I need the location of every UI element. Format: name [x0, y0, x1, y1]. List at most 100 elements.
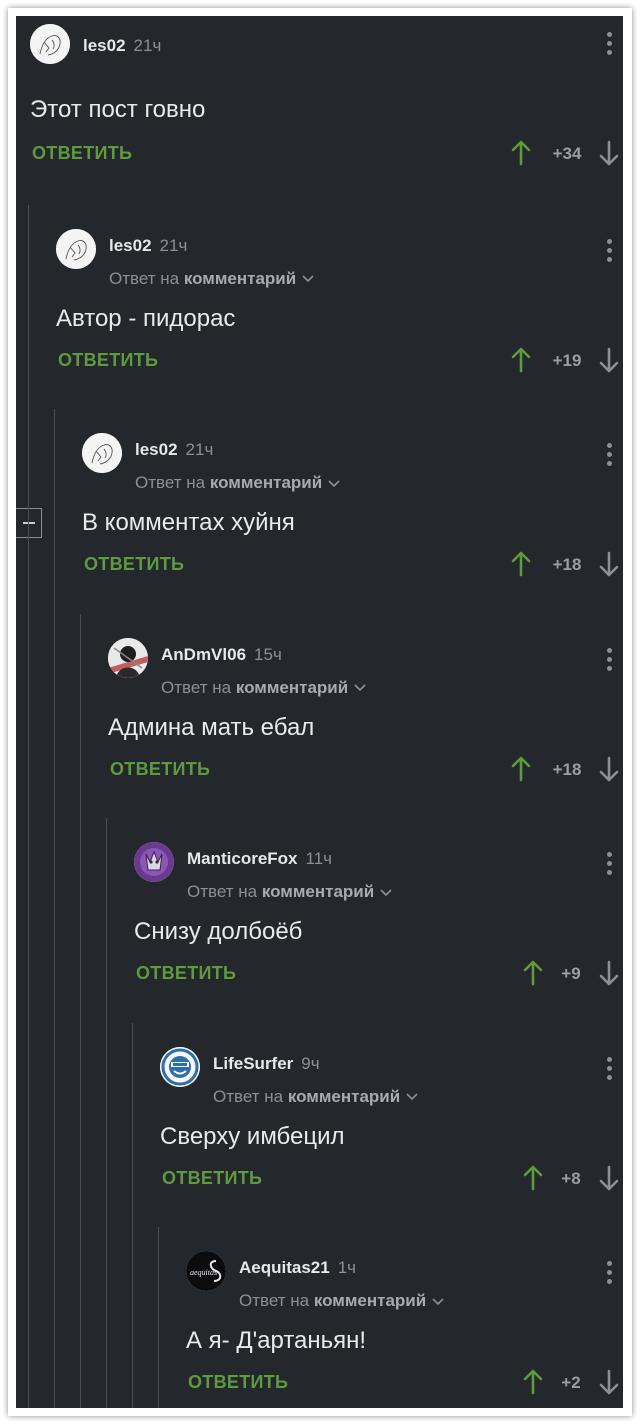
avatar[interactable]: [30, 24, 70, 64]
reply-prefix: Ответ на: [239, 1291, 314, 1310]
more-options-icon[interactable]: [607, 1261, 613, 1288]
username-text[interactable]: AnDmVl06: [161, 645, 246, 664]
comment: aequitas Aequitas21 1ч Ответ на комментарий…: [186, 1243, 623, 1408]
downvote-arrow-icon[interactable]: [599, 347, 619, 378]
timestamp: 11ч: [305, 849, 333, 868]
reply-button[interactable]: ОТВЕТИТЬ: [162, 1168, 262, 1189]
timestamp: 1ч: [337, 1258, 357, 1277]
reply-button[interactable]: ОТВЕТИТЬ: [136, 963, 236, 984]
reply-button[interactable]: ОТВЕТИТЬ: [84, 554, 184, 575]
downvote-arrow-icon[interactable]: [599, 960, 619, 991]
upvote-arrow-icon[interactable]: [523, 1165, 543, 1196]
username-text[interactable]: les02: [135, 440, 178, 459]
username-text[interactable]: les02: [83, 36, 126, 55]
comment-text: Автор - пидорас: [56, 304, 236, 332]
timestamp: 21ч: [185, 440, 214, 459]
reply-prefix: Ответ на: [187, 882, 262, 901]
more-options-icon[interactable]: [607, 443, 613, 470]
avatar[interactable]: [56, 228, 96, 269]
more-options-icon[interactable]: [607, 1056, 613, 1084]
reply-prefix: Ответ на: [135, 473, 210, 492]
comment: les02 21ч Ответ на комментарий В комментах …: [82, 425, 623, 625]
chevron-down-icon[interactable]: [406, 1093, 418, 1101]
reply-prefix: Ответ на: [109, 268, 184, 288]
thread-line[interactable]: [54, 409, 55, 1408]
comment-text: Снизу долбоёб: [134, 918, 303, 945]
reply-button[interactable]: ОТВЕТИТЬ: [188, 1372, 288, 1393]
reply-button[interactable]: ОТВЕТИТЬ: [58, 350, 158, 371]
username-text[interactable]: les02: [109, 236, 152, 255]
comment: ManticoreFox 11ч Ответ на комментарий Снизу…: [134, 834, 623, 1034]
reply-to-link[interactable]: Ответ на комментарий: [239, 1291, 444, 1311]
chevron-down-icon[interactable]: [432, 1297, 444, 1306]
reply-prefix: Ответ на: [161, 677, 236, 697]
reply-target[interactable]: комментарий: [262, 882, 374, 901]
upvote-arrow-icon[interactable]: [523, 960, 543, 991]
reply-target[interactable]: комментарий: [314, 1291, 426, 1310]
rating-score: +34: [552, 144, 582, 163]
username[interactable]: les02 21ч: [109, 236, 187, 256]
reply-button[interactable]: ОТВЕТИТЬ: [32, 143, 132, 164]
upvote-arrow-icon[interactable]: [511, 551, 531, 582]
username-text[interactable]: LifeSurfer: [213, 1054, 293, 1073]
chevron-down-icon[interactable]: [354, 684, 366, 692]
chevron-down-icon[interactable]: [380, 888, 392, 897]
username[interactable]: Aequitas21 1ч: [239, 1258, 356, 1278]
thread-line[interactable]: [158, 1227, 159, 1408]
username[interactable]: LifeSurfer 9ч: [213, 1054, 320, 1074]
downvote-arrow-icon[interactable]: [599, 1165, 619, 1196]
rating-score: +19: [552, 350, 582, 370]
more-options-icon[interactable]: [607, 32, 613, 59]
upvote-arrow-icon[interactable]: [511, 140, 531, 171]
rating-score: +2: [561, 1373, 581, 1392]
thread-line[interactable]: [132, 1022, 133, 1408]
reply-target[interactable]: комментарий: [236, 678, 348, 697]
comment: LifeSurfer 9ч Ответ на комментарий Сверху и…: [160, 1039, 623, 1239]
username-text[interactable]: Aequitas21: [239, 1258, 330, 1277]
reply-target[interactable]: комментарий: [210, 473, 322, 492]
thread-line[interactable]: [80, 613, 81, 1408]
upvote-arrow-icon[interactable]: [511, 347, 531, 378]
comment-text: А я- Д'артаньян!: [186, 1327, 367, 1354]
more-options-icon[interactable]: [607, 852, 613, 879]
collapse-thread-button[interactable]: [16, 508, 42, 538]
upvote-arrow-icon[interactable]: [511, 756, 531, 787]
more-options-icon[interactable]: [607, 238, 613, 266]
chevron-down-icon[interactable]: [328, 479, 340, 488]
avatar[interactable]: [160, 1046, 200, 1087]
upvote-arrow-icon[interactable]: [523, 1369, 543, 1400]
username-text[interactable]: ManticoreFox: [187, 849, 298, 868]
reply-target[interactable]: комментарий: [184, 269, 296, 288]
username[interactable]: ManticoreFox 11ч: [187, 849, 332, 869]
username[interactable]: les02 21ч: [135, 440, 213, 460]
username[interactable]: les02 21ч: [83, 36, 161, 56]
reply-to-link[interactable]: Ответ на комментарий: [161, 678, 366, 698]
avatar[interactable]: [134, 842, 174, 882]
downvote-arrow-icon[interactable]: [599, 1369, 619, 1400]
downvote-arrow-icon[interactable]: [599, 551, 619, 582]
reply-to-link[interactable]: Ответ на комментарий: [187, 882, 392, 902]
rating-score: +18: [552, 555, 582, 574]
more-options-icon[interactable]: [607, 647, 613, 675]
reply-button[interactable]: ОТВЕТИТЬ: [110, 759, 210, 780]
avatar[interactable]: [82, 433, 122, 473]
username[interactable]: AnDmVl06 15ч: [161, 645, 282, 665]
timestamp: 9ч: [301, 1053, 320, 1073]
timestamp: 21ч: [133, 36, 162, 55]
comment-text: В комментах хуйня: [82, 509, 295, 536]
thread-line[interactable]: [106, 818, 107, 1408]
comment: AnDmVl06 15ч Ответ на комментарий Админа ма…: [108, 630, 623, 830]
avatar[interactable]: aequitas: [186, 1251, 226, 1291]
reply-to-link[interactable]: Ответ на комментарий: [135, 473, 340, 493]
rating-score: +9: [561, 964, 581, 983]
rating-score: +18: [552, 759, 582, 779]
reply-target[interactable]: комментарий: [288, 1087, 400, 1106]
downvote-arrow-icon[interactable]: [599, 756, 619, 787]
reply-to-link[interactable]: Ответ на комментарий: [109, 269, 314, 289]
chevron-down-icon[interactable]: [302, 275, 314, 283]
thread-line[interactable]: [28, 204, 29, 1408]
rating-score: +8: [561, 1168, 581, 1188]
reply-to-link[interactable]: Ответ на комментарий: [213, 1087, 418, 1107]
avatar[interactable]: [108, 637, 148, 678]
downvote-arrow-icon[interactable]: [599, 140, 619, 171]
